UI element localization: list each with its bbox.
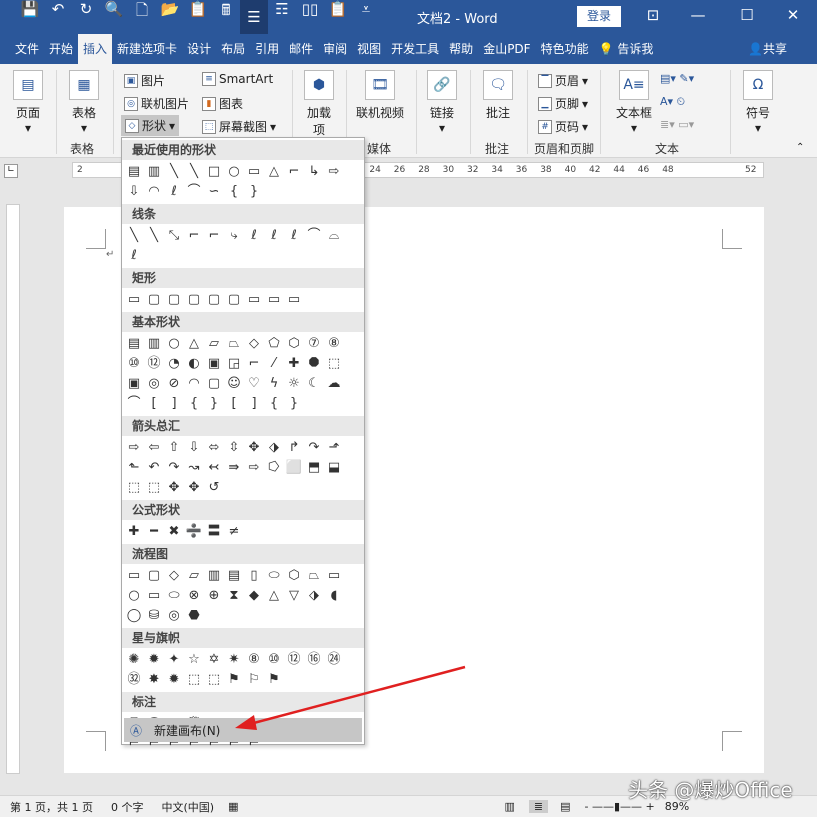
read-mode-icon[interactable]: ▥ [504,800,514,813]
page-count[interactable]: 第 1 页，共 1 页 [10,799,93,815]
macro-icon[interactable]: ▦ [228,800,238,813]
language[interactable]: 中文(中国) [161,799,214,815]
watermark: 头条 @爆炒Office [628,774,793,803]
red-arrow-annotation [0,0,817,817]
web-layout-icon[interactable]: ▤ [560,800,570,813]
print-layout-icon[interactable]: ≣ [529,800,548,813]
word-count[interactable]: 0 个字 [111,799,144,815]
